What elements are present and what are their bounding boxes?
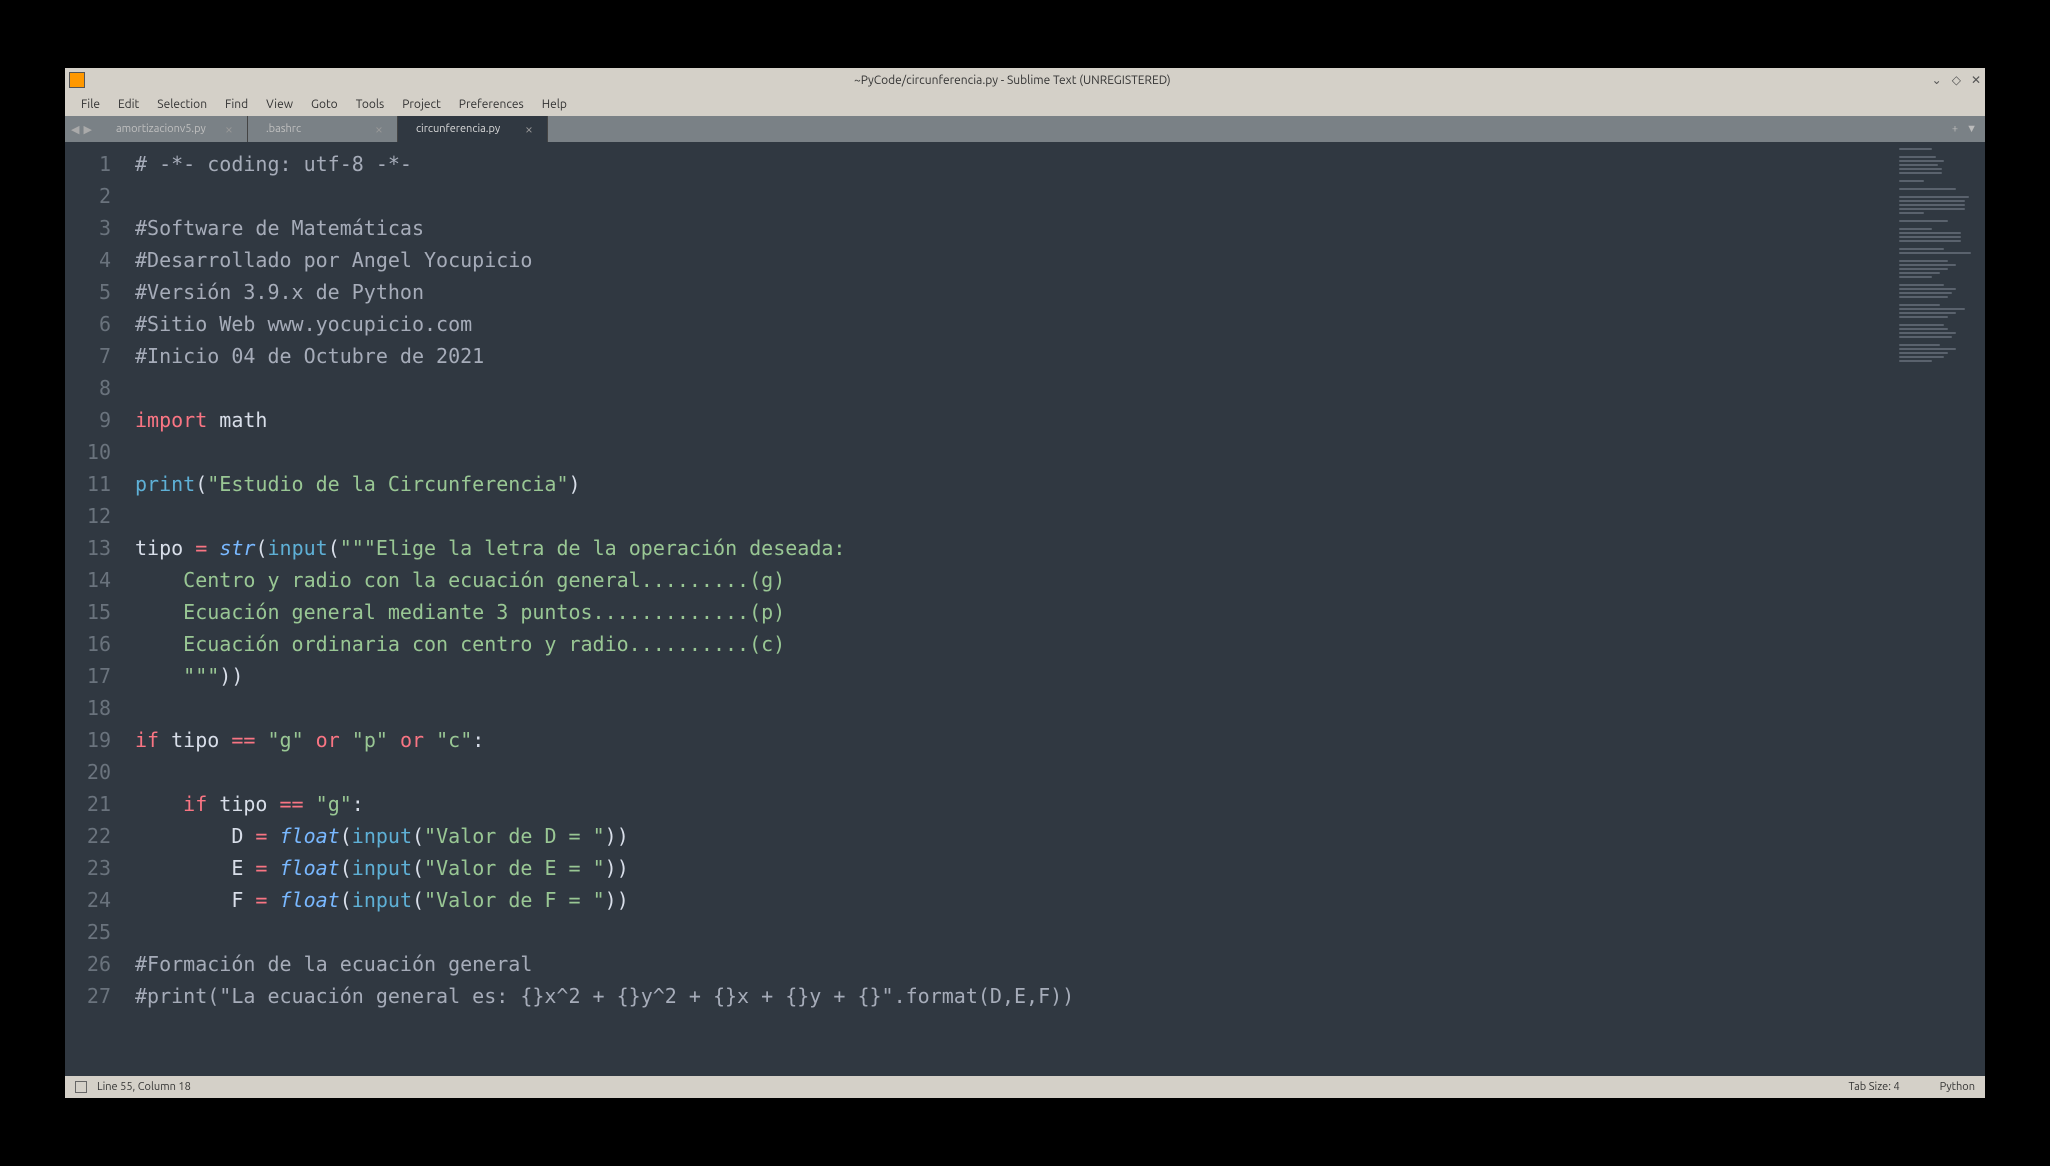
- tab-next-icon[interactable]: ▶: [83, 123, 91, 136]
- tab-label: amortizacionv5.py: [116, 123, 206, 135]
- menu-tools[interactable]: Tools: [348, 96, 393, 113]
- window-title: ~PyCode/circunferencia.py - Sublime Text…: [93, 74, 1932, 87]
- menu-view[interactable]: View: [258, 96, 301, 113]
- editor-area: 1234567891011121314151617181920212223242…: [65, 142, 1985, 1076]
- menu-project[interactable]: Project: [394, 96, 449, 113]
- menu-file[interactable]: File: [73, 96, 108, 113]
- line-number-gutter: 1234567891011121314151617181920212223242…: [65, 142, 123, 1076]
- panel-toggle-icon[interactable]: [75, 1081, 87, 1093]
- menu-goto[interactable]: Goto: [303, 96, 346, 113]
- close-icon[interactable]: ✕: [1971, 73, 1981, 87]
- syntax-indicator[interactable]: Python: [1940, 1081, 1975, 1093]
- menu-selection[interactable]: Selection: [149, 96, 215, 113]
- minimap[interactable]: [1895, 142, 1985, 1076]
- tab-amortizacion[interactable]: amortizacionv5.py ×: [98, 116, 248, 142]
- tab-extra: + ▼: [1944, 116, 1985, 142]
- code-editor[interactable]: # -*- coding: utf-8 -*- #Software de Mat…: [123, 142, 1895, 1076]
- tab-menu-icon[interactable]: ▼: [1966, 123, 1977, 135]
- menu-preferences[interactable]: Preferences: [451, 96, 532, 113]
- tab-size-indicator[interactable]: Tab Size: 4: [1848, 1081, 1899, 1093]
- tab-label: circunferencia.py: [416, 123, 500, 135]
- tab-close-icon[interactable]: ×: [525, 121, 533, 137]
- title-bar[interactable]: ~PyCode/circunferencia.py - Sublime Text…: [65, 68, 1985, 92]
- menu-help[interactable]: Help: [534, 96, 575, 113]
- app-icon: [69, 72, 85, 88]
- cursor-position[interactable]: Line 55, Column 18: [97, 1081, 191, 1093]
- status-bar: Line 55, Column 18 Tab Size: 4 Python: [65, 1076, 1985, 1098]
- menu-edit[interactable]: Edit: [110, 96, 147, 113]
- minimize-icon[interactable]: ⌄: [1932, 73, 1942, 87]
- tab-bar: ◀ ▶ amortizacionv5.py × .bashrc × circun…: [65, 116, 1985, 142]
- tab-nav-arrows: ◀ ▶: [65, 116, 98, 142]
- new-tab-icon[interactable]: +: [1952, 123, 1958, 135]
- app-window: ~PyCode/circunferencia.py - Sublime Text…: [65, 68, 1985, 1098]
- tab-bashrc[interactable]: .bashrc ×: [248, 116, 398, 142]
- window-controls: ⌄ ◇ ✕: [1932, 73, 1981, 87]
- tab-circunferencia[interactable]: circunferencia.py ×: [398, 116, 548, 142]
- tab-close-icon[interactable]: ×: [225, 121, 233, 137]
- tab-close-icon[interactable]: ×: [375, 121, 383, 137]
- menu-bar: File Edit Selection Find View Goto Tools…: [65, 92, 1985, 116]
- maximize-icon[interactable]: ◇: [1952, 73, 1961, 87]
- menu-find[interactable]: Find: [217, 96, 256, 113]
- tab-label: .bashrc: [266, 123, 301, 135]
- tab-prev-icon[interactable]: ◀: [71, 123, 79, 136]
